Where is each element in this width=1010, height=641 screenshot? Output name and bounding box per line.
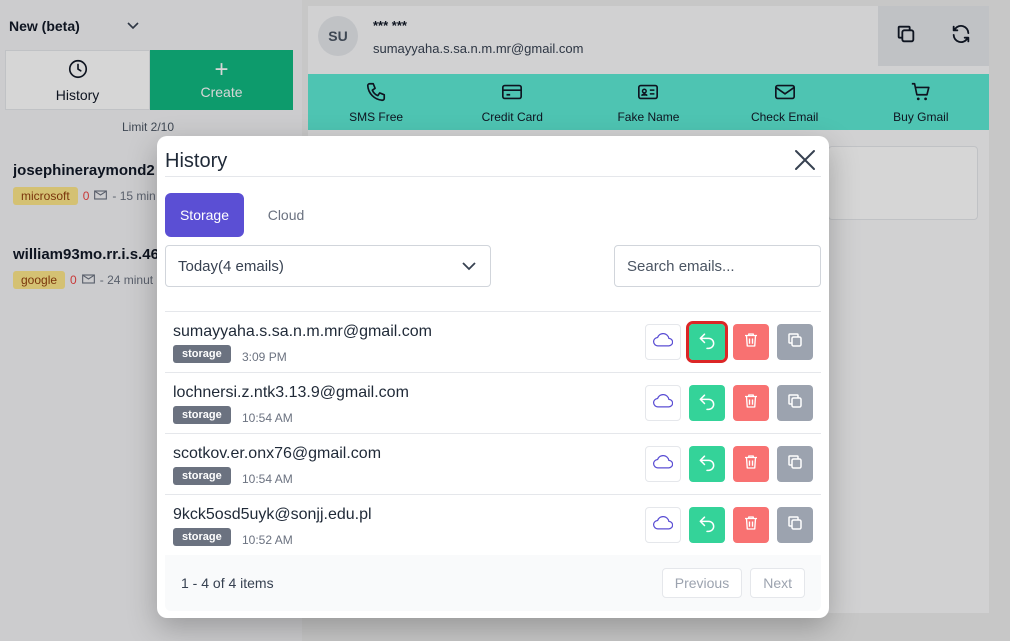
cloud-upload-button[interactable] [645, 324, 681, 360]
date-filter-value: Today(4 emails) [178, 257, 284, 275]
row-time: 10:52 AM [242, 533, 293, 547]
next-button[interactable]: Next [750, 568, 805, 598]
copy-icon [786, 331, 804, 354]
cloud-icon [653, 332, 674, 352]
cloud-upload-button[interactable] [645, 446, 681, 482]
cloud-icon [653, 393, 674, 413]
title-divider [165, 176, 821, 177]
undo-arrow-icon [697, 452, 717, 477]
row-time: 3:09 PM [242, 350, 287, 364]
trash-icon [742, 392, 760, 415]
trash-icon [742, 331, 760, 354]
cloud-icon [653, 454, 674, 474]
restore-button[interactable] [689, 385, 725, 421]
row-time: 10:54 AM [242, 472, 293, 486]
row-time: 10:54 AM [242, 411, 293, 425]
copy-button[interactable] [777, 385, 813, 421]
cloud-upload-button[interactable] [645, 507, 681, 543]
pagination-range: 1 - 4 of 4 items [181, 575, 274, 591]
storage-badge: storage [173, 406, 231, 424]
tab-cloud[interactable]: Cloud [251, 193, 321, 237]
copy-button[interactable] [777, 507, 813, 543]
cloud-icon [653, 515, 674, 535]
row-actions [645, 507, 813, 543]
delete-button[interactable] [733, 507, 769, 543]
delete-button[interactable] [733, 324, 769, 360]
table-row: sumayyaha.s.sa.n.m.mr@gmail.com storage … [165, 312, 821, 373]
row-email: sumayyaha.s.sa.n.m.mr@gmail.com [173, 323, 432, 340]
row-actions [645, 446, 813, 482]
tab-storage[interactable]: Storage [165, 193, 244, 237]
close-icon[interactable] [793, 148, 817, 172]
storage-badge: storage [173, 528, 231, 546]
row-email: scotkov.er.onx76@gmail.com [173, 445, 382, 462]
trash-icon [742, 514, 760, 537]
history-modal: History Storage Cloud Today(4 emails) su… [157, 136, 829, 618]
row-email: 9kck5osd5uyk@sonjj.edu.pl [173, 506, 372, 523]
search-input[interactable] [614, 245, 821, 287]
modal-title: History [165, 150, 228, 172]
chevron-down-icon [462, 258, 476, 275]
storage-badge: storage [173, 345, 231, 363]
date-filter-select[interactable]: Today(4 emails) [165, 245, 491, 287]
restore-button[interactable] [686, 321, 728, 363]
delete-button[interactable] [733, 385, 769, 421]
pagination-controls: Previous Next [661, 568, 805, 598]
row-email: lochnersi.z.ntk3.13.9@gmail.com [173, 384, 409, 401]
cloud-upload-button[interactable] [645, 385, 681, 421]
copy-icon [786, 514, 804, 537]
restore-button[interactable] [689, 446, 725, 482]
copy-button[interactable] [777, 324, 813, 360]
row-actions [645, 385, 813, 421]
copy-icon [786, 453, 804, 476]
undo-arrow-icon [697, 513, 717, 538]
delete-button[interactable] [733, 446, 769, 482]
storage-badge: storage [173, 467, 231, 485]
email-list: sumayyaha.s.sa.n.m.mr@gmail.com storage … [165, 311, 821, 556]
undo-arrow-icon [697, 391, 717, 416]
table-row: scotkov.er.onx76@gmail.com storage 10:54… [165, 434, 821, 495]
copy-button[interactable] [777, 446, 813, 482]
copy-icon [786, 392, 804, 415]
trash-icon [742, 453, 760, 476]
restore-button[interactable] [689, 507, 725, 543]
row-actions [645, 321, 813, 363]
previous-button[interactable]: Previous [661, 568, 743, 598]
undo-arrow-icon [697, 330, 717, 355]
table-row: 9kck5osd5uyk@sonjj.edu.pl storage 10:52 … [165, 495, 821, 556]
table-row: lochnersi.z.ntk3.13.9@gmail.com storage … [165, 373, 821, 434]
pagination-footer: 1 - 4 of 4 items Previous Next [165, 555, 821, 611]
